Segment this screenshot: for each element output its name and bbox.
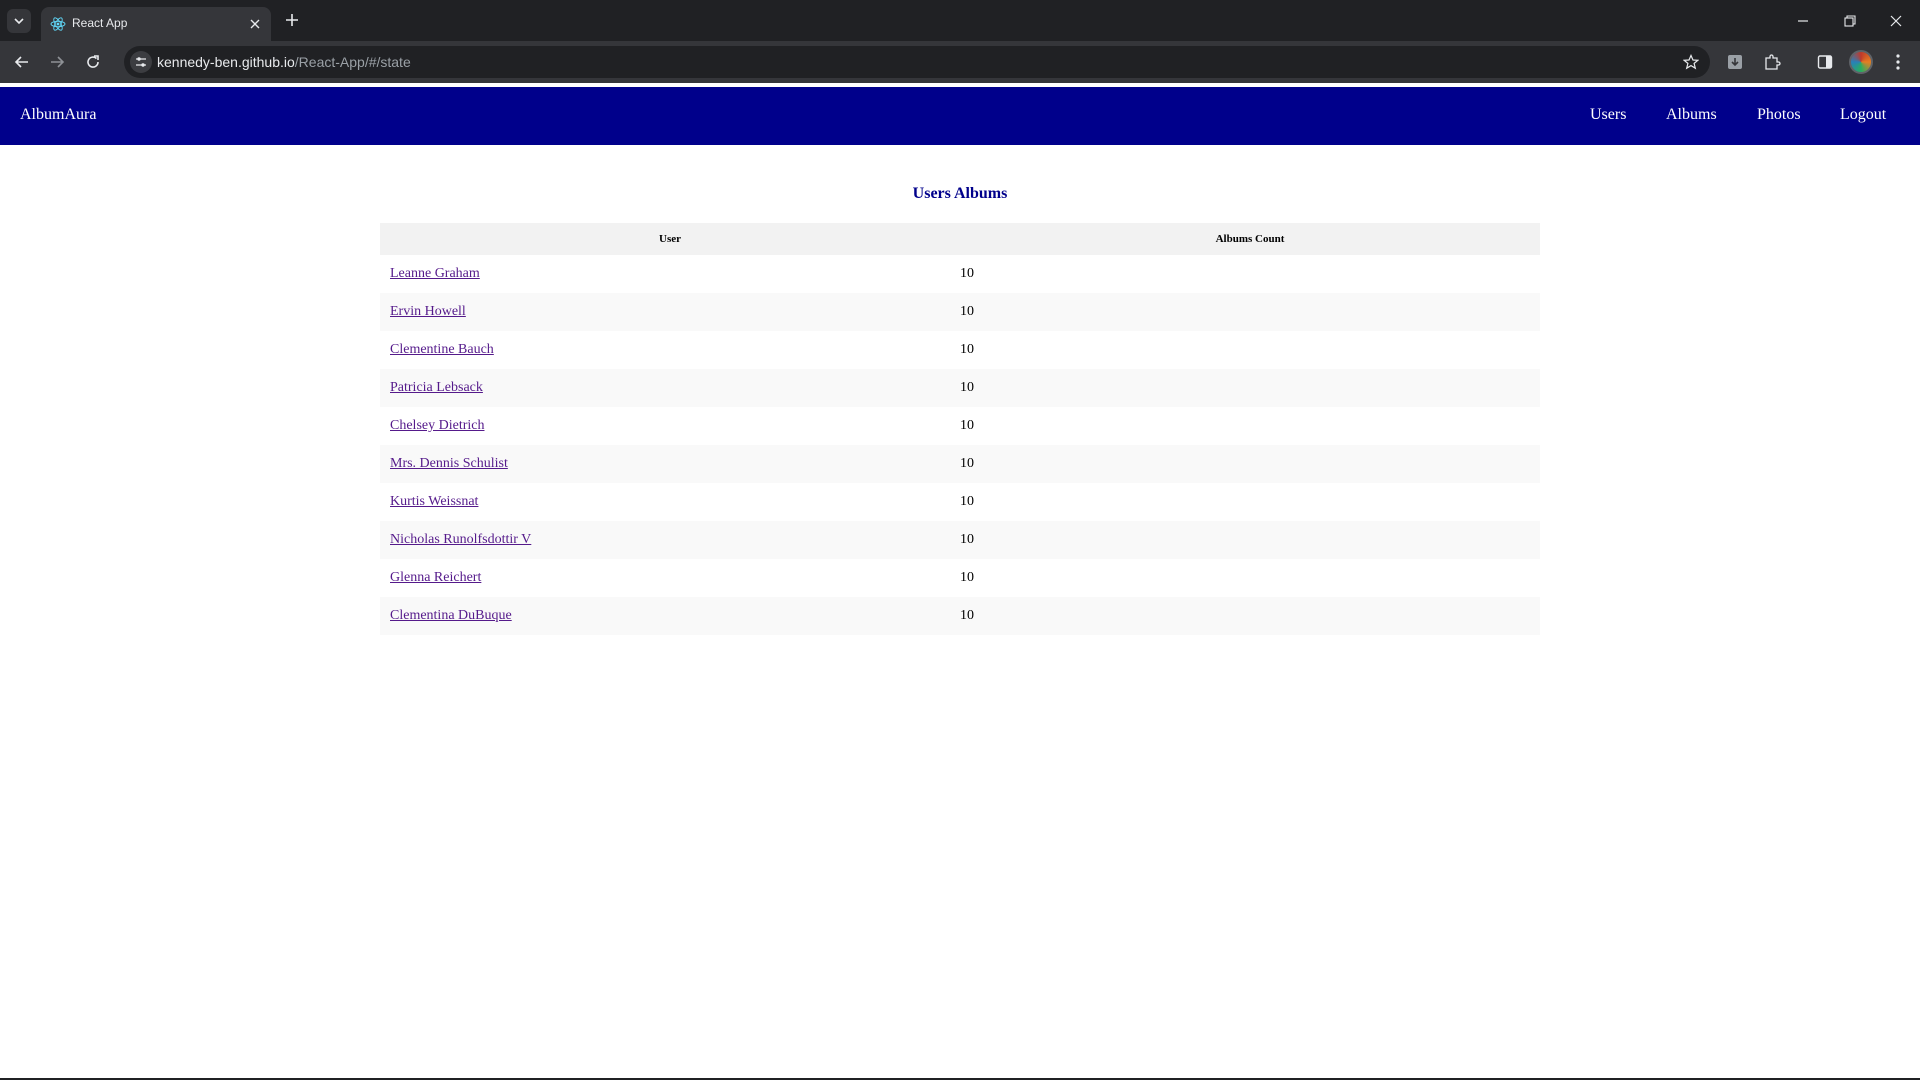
minimize-icon	[1798, 19, 1808, 22]
nav-link-albums[interactable]: Albums	[1666, 106, 1717, 124]
url-host: kennedy-ben.github.io	[157, 54, 295, 70]
kebab-menu-icon	[1896, 54, 1900, 70]
user-cell: Kurtis Weissnat	[380, 483, 960, 521]
albums-count-cell: 10	[960, 521, 1540, 559]
user-cell: Leanne Graham	[380, 255, 960, 293]
user-cell: Clementina DuBuque	[380, 597, 960, 635]
user-link[interactable]: Glenna Reichert	[390, 570, 481, 585]
user-cell: Nicholas Runolfsdottir V	[380, 521, 960, 559]
user-cell: Chelsey Dietrich	[380, 407, 960, 445]
reload-icon	[87, 55, 99, 68]
logout-button[interactable]: Logout	[1840, 106, 1886, 124]
tune-icon	[136, 57, 146, 67]
arrow-left-icon	[14, 56, 28, 68]
forward-button[interactable]	[45, 50, 69, 74]
nav-link-users[interactable]: Users	[1590, 106, 1626, 124]
close-window-button[interactable]	[1873, 0, 1919, 41]
table-header-row: User Albums Count	[380, 223, 1540, 255]
reload-button[interactable]	[81, 50, 105, 74]
user-cell: Mrs. Dennis Schulist	[380, 445, 960, 483]
user-cell: Glenna Reichert	[380, 559, 960, 597]
browser-tab[interactable]: React App	[41, 7, 271, 41]
user-link[interactable]: Kurtis Weissnat	[390, 494, 478, 509]
albums-count-cell: 10	[960, 494, 974, 509]
avatar[interactable]	[1849, 50, 1873, 74]
back-button[interactable]	[10, 50, 34, 74]
close-icon	[250, 19, 260, 29]
albums-count-cell: 10	[960, 418, 974, 433]
react-icon	[50, 17, 66, 31]
user-link[interactable]: Mrs. Dennis Schulist	[390, 456, 508, 471]
user-link[interactable]: Patricia Lebsack	[390, 380, 483, 395]
site-info-button[interactable]	[130, 51, 152, 73]
close-icon	[1890, 15, 1902, 26]
page-title: Users Albums	[912, 185, 1008, 202]
table-row: Leanne Graham 10	[380, 255, 1540, 293]
tab-title: React App	[72, 16, 128, 30]
browser-menu-button[interactable]	[1888, 52, 1908, 72]
side-panel-button[interactable]	[1815, 52, 1835, 72]
nav-link-photos[interactable]: Photos	[1757, 106, 1801, 124]
minimize-button[interactable]	[1780, 0, 1826, 41]
albums-count-cell: 10	[960, 266, 974, 281]
table-row: Glenna Reichert 10	[380, 559, 1540, 597]
column-header-user: User	[380, 223, 960, 255]
arrow-right-icon	[51, 56, 65, 68]
browser-tabstrip: React App	[0, 0, 1920, 41]
table-row: Patricia Lebsack 10	[380, 369, 1540, 407]
restore-button[interactable]	[1827, 0, 1873, 41]
chevron-down-icon	[14, 18, 24, 25]
user-link[interactable]: Clementine Bauch	[390, 342, 494, 357]
tab-search-button[interactable]	[7, 9, 31, 33]
albums-count-cell: 10	[960, 293, 1540, 331]
albums-count-cell: 10	[960, 597, 1540, 635]
user-link[interactable]: Leanne Graham	[390, 266, 480, 281]
user-link[interactable]: Clementina DuBuque	[390, 608, 512, 623]
table-row: Chelsey Dietrich 10	[380, 407, 1540, 445]
table-row: Clementine Bauch 10	[380, 331, 1540, 369]
brand-logo[interactable]: AlbumAura	[20, 106, 96, 124]
user-cell: Ervin Howell	[380, 293, 960, 331]
new-tab-button[interactable]	[281, 9, 303, 31]
albums-count-cell: 10	[960, 369, 1540, 407]
tab-close-button[interactable]	[247, 16, 263, 32]
user-cell: Patricia Lebsack	[380, 369, 960, 407]
albums-count-cell: 10	[960, 445, 1540, 483]
app-navbar: AlbumAura Users Albums Photos Logout	[0, 87, 1920, 145]
browser-toolbar: kennedy-ben.github.io/React-App/#/state	[0, 41, 1920, 83]
side-panel-icon	[1817, 55, 1833, 69]
user-cell: Clementine Bauch	[380, 331, 960, 369]
url-text: kennedy-ben.github.io/React-App/#/state	[157, 54, 411, 70]
puzzle-icon	[1765, 54, 1781, 70]
table-row: Kurtis Weissnat 10	[380, 483, 1540, 521]
users-albums-table: User Albums Count Leanne Graham 10 Ervin…	[380, 223, 1540, 635]
user-link[interactable]: Nicholas Runolfsdottir V	[390, 532, 531, 547]
plus-icon	[286, 14, 298, 26]
download-button[interactable]	[1725, 52, 1745, 72]
albums-count-cell: 10	[960, 570, 974, 585]
table-row: Nicholas Runolfsdottir V 10	[380, 521, 1540, 559]
table-row: Mrs. Dennis Schulist 10	[380, 445, 1540, 483]
url-path: /React-App/#/state	[294, 54, 411, 70]
table-row: Ervin Howell 10	[380, 293, 1540, 331]
star-icon	[1683, 54, 1699, 70]
address-bar[interactable]: kennedy-ben.github.io/React-App/#/state	[124, 46, 1710, 78]
bookmark-button[interactable]	[1682, 53, 1700, 71]
albums-count-cell: 10	[960, 342, 974, 357]
restore-icon	[1844, 14, 1856, 27]
download-icon	[1728, 55, 1742, 69]
extensions-button[interactable]	[1762, 52, 1782, 72]
user-link[interactable]: Ervin Howell	[390, 304, 466, 319]
user-link[interactable]: Chelsey Dietrich	[390, 418, 484, 433]
column-header-albums-count: Albums Count	[960, 223, 1540, 255]
table-row: Clementina DuBuque 10	[380, 597, 1540, 635]
